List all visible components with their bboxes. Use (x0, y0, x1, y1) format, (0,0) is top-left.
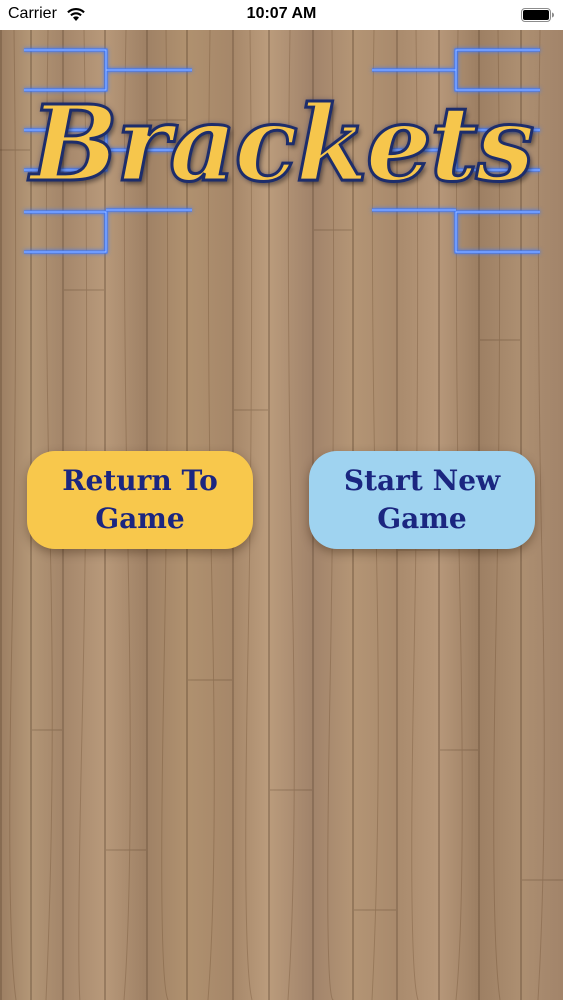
start-new-game-line1: Start New (343, 464, 501, 497)
brackets-logo: Brackets (0, 30, 563, 270)
start-new-game-label: Start New Game (344, 462, 500, 538)
clock: 10:07 AM (246, 5, 317, 22)
logo-title: Brackets (29, 82, 536, 205)
start-new-game-button[interactable]: Start New Game (309, 451, 535, 549)
status-bar: Carrier 10:07 AM (0, 0, 563, 30)
return-to-game-line1: Return To (62, 464, 218, 497)
return-to-game-label: Return To Game (62, 462, 218, 538)
return-to-game-line2: Game (95, 502, 185, 535)
start-new-game-line2: Game (377, 502, 467, 535)
battery-icon (521, 8, 554, 22)
return-to-game-button[interactable]: Return To Game (27, 451, 253, 549)
